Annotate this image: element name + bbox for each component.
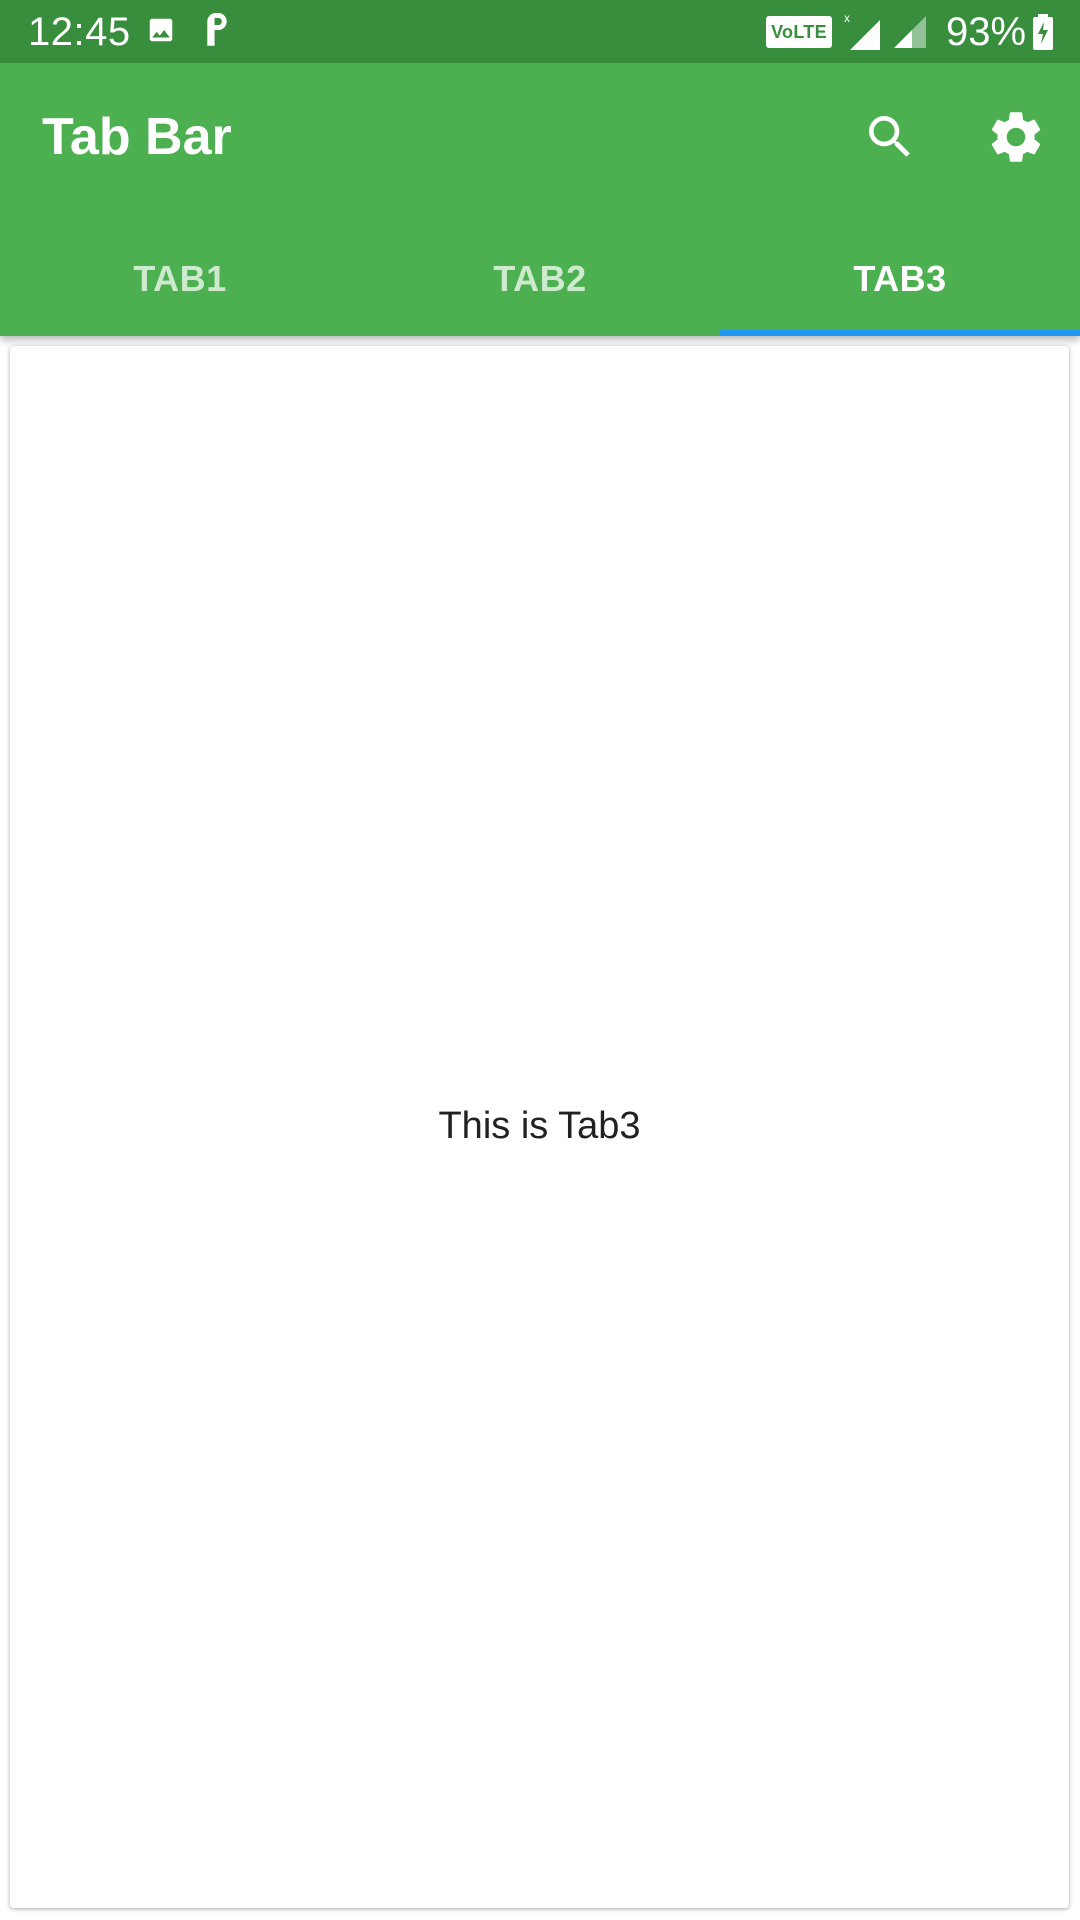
tab-1[interactable]: TAB1 (0, 221, 360, 336)
search-button[interactable] (854, 103, 926, 175)
tab-content-text: This is Tab3 (438, 1105, 641, 1147)
tab-2[interactable]: TAB2 (360, 221, 720, 336)
volte-badge: VoLTE (766, 16, 832, 48)
tab-label: TAB3 (853, 257, 947, 299)
status-bar: 12:45 VoLTE x 93% (0, 0, 1080, 63)
tab-content-card: This is Tab3 (10, 346, 1069, 1908)
app-title: Tab Bar (42, 108, 232, 166)
battery-percent: 93% (946, 10, 1027, 54)
svg-text:x: x (844, 12, 850, 25)
gear-icon (985, 106, 1047, 173)
tab-label: TAB2 (493, 257, 587, 299)
signal-strength-icon: x (844, 11, 884, 57)
tab-3[interactable]: TAB3 (720, 221, 1080, 336)
image-icon (146, 15, 176, 50)
search-icon (862, 109, 918, 170)
tab-label: TAB1 (133, 257, 227, 299)
status-notification-icons (146, 12, 232, 52)
app-bar: Tab Bar TAB1 TAB2 TAB3 (0, 63, 1080, 336)
tab-indicator (720, 330, 1080, 336)
signal-strength-secondary-icon (892, 14, 928, 55)
settings-button[interactable] (980, 103, 1052, 175)
tab-bar: TAB1 TAB2 TAB3 (0, 221, 1080, 336)
phone-screen: 12:45 VoLTE x 93% Tab Bar TAB1 TAB2 TAB3… (0, 0, 1080, 1920)
parking-icon (202, 12, 232, 52)
status-time: 12:45 (28, 10, 131, 54)
battery-charging-icon (1032, 14, 1054, 55)
